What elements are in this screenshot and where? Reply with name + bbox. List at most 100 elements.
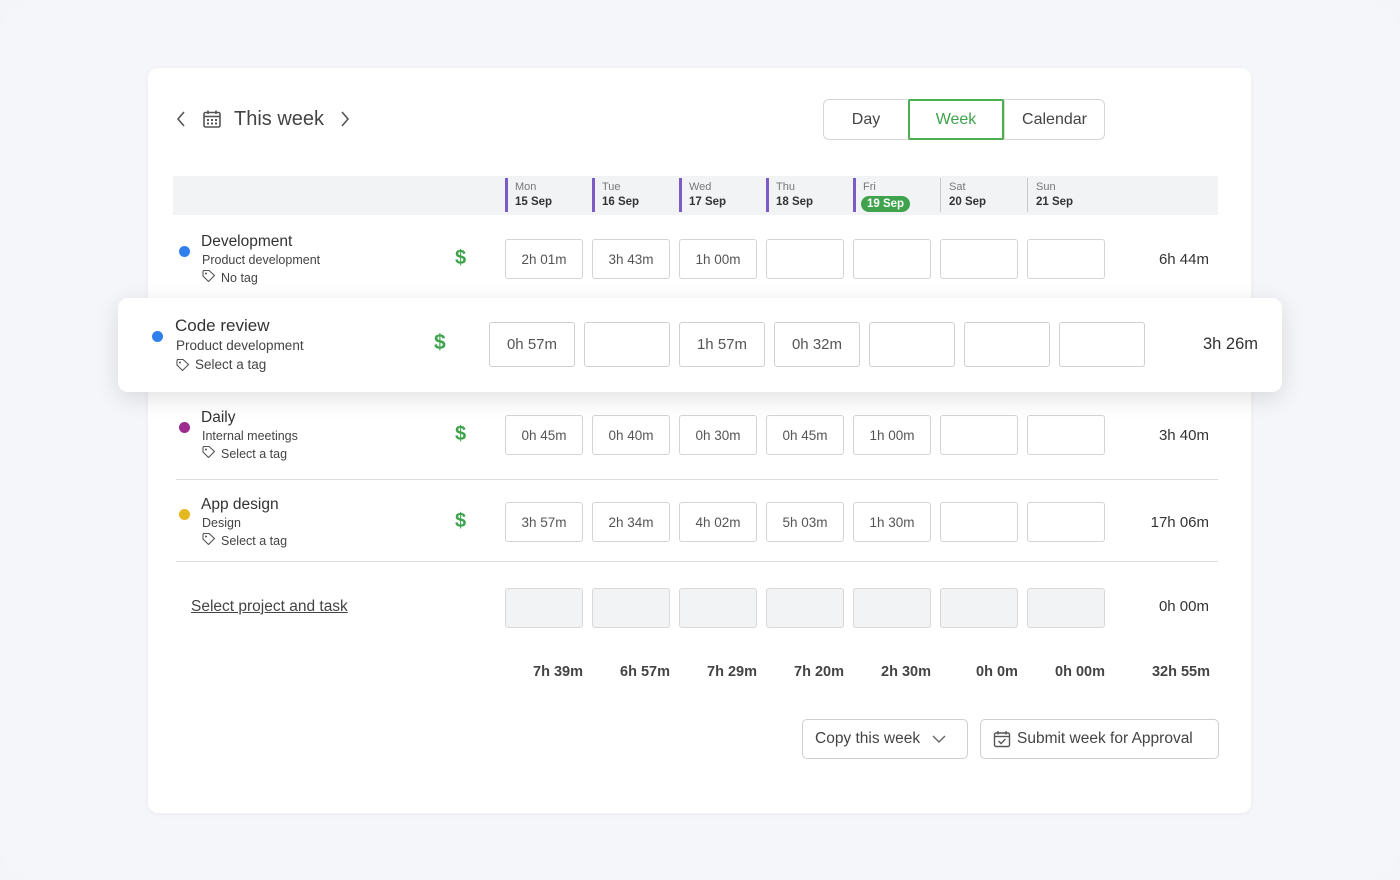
billable-icon[interactable]: $ bbox=[434, 331, 446, 355]
time-entry-input[interactable]: 4h 02m bbox=[679, 502, 757, 542]
time-entry-input[interactable]: 1h 57m bbox=[679, 322, 765, 367]
day-total: 2h 30m bbox=[881, 664, 931, 680]
day-name: Tue bbox=[602, 181, 621, 193]
time-entry-input[interactable] bbox=[1027, 588, 1105, 628]
time-entry-input[interactable] bbox=[505, 588, 583, 628]
view-switcher: Day Week Calendar bbox=[823, 99, 1105, 140]
grand-total: 32h 55m bbox=[1151, 664, 1210, 680]
project-name[interactable]: Code review bbox=[175, 316, 270, 336]
project-color-dot bbox=[179, 246, 190, 257]
time-entry-input[interactable]: 0h 40m bbox=[592, 415, 670, 455]
copy-week-label: Copy this week bbox=[815, 730, 921, 747]
billable-icon[interactable]: $ bbox=[455, 247, 466, 270]
chevron-right-icon bbox=[341, 111, 350, 127]
time-entry-input[interactable] bbox=[853, 588, 931, 628]
tab-calendar[interactable]: Calendar bbox=[1004, 100, 1104, 139]
time-entry-input[interactable]: 0h 57m bbox=[489, 322, 575, 367]
time-entry-input[interactable] bbox=[766, 239, 844, 279]
tab-week[interactable]: Week bbox=[908, 99, 1004, 140]
project-color-dot bbox=[179, 422, 190, 433]
time-entry-input[interactable] bbox=[679, 588, 757, 628]
time-entry-input[interactable] bbox=[584, 322, 670, 367]
tab-day[interactable]: Day bbox=[824, 100, 908, 139]
project-name[interactable]: Development bbox=[201, 233, 292, 251]
day-name: Thu bbox=[776, 181, 795, 193]
time-entry-input[interactable]: 5h 03m bbox=[766, 502, 844, 542]
day-name: Fri bbox=[863, 181, 876, 193]
prev-week-button[interactable] bbox=[172, 110, 190, 128]
day-date: 17 Sep bbox=[689, 196, 727, 208]
client-name: Internal meetings bbox=[202, 429, 298, 443]
time-entry-input[interactable] bbox=[869, 322, 955, 367]
day-total: 0h 0m bbox=[976, 664, 1018, 680]
row-total: 6h 44m bbox=[1158, 251, 1209, 268]
tag-selector[interactable]: Select a tag bbox=[202, 445, 288, 461]
day-total: 7h 29m bbox=[707, 664, 757, 680]
tag-selector[interactable]: No tag bbox=[202, 269, 258, 285]
time-entry-input[interactable]: 0h 45m bbox=[766, 415, 844, 455]
calendar-icon[interactable] bbox=[202, 109, 222, 129]
table-row: Daily Internal meetings Select a tag $0h… bbox=[173, 398, 1218, 470]
day-date: 18 Sep bbox=[776, 196, 814, 208]
day-header-sat: Sat 20 Sep bbox=[940, 178, 986, 212]
billable-icon[interactable]: $ bbox=[455, 510, 466, 533]
day-total: 7h 20m bbox=[794, 664, 844, 680]
time-entry-input[interactable]: 3h 43m bbox=[592, 239, 670, 279]
time-entry-input[interactable] bbox=[1027, 502, 1105, 542]
day-header-thu: Thu 18 Sep bbox=[766, 178, 813, 212]
time-entry-input[interactable] bbox=[592, 588, 670, 628]
highlighted-row-code-review[interactable]: Code review Product development Select a… bbox=[118, 298, 1282, 392]
tag-selector[interactable]: Select a tag bbox=[176, 357, 266, 372]
time-entry-input[interactable] bbox=[940, 239, 1018, 279]
week-title: This week bbox=[234, 107, 325, 130]
project-name[interactable]: App design bbox=[201, 496, 279, 514]
table-row: Development Product development No tag $… bbox=[173, 222, 1218, 294]
time-entry-input[interactable]: 0h 32m bbox=[774, 322, 860, 367]
time-entry-input[interactable] bbox=[1027, 239, 1105, 279]
row-total: 17h 06m bbox=[1150, 514, 1209, 531]
tag-label: Select a tag bbox=[221, 446, 288, 461]
time-entry-input[interactable] bbox=[940, 588, 1018, 628]
time-entry-input[interactable]: 0h 45m bbox=[505, 415, 583, 455]
time-entry-input[interactable] bbox=[940, 502, 1018, 542]
time-entry-input[interactable]: 3h 57m bbox=[505, 502, 583, 542]
day-name: Mon bbox=[515, 181, 537, 193]
row-total: 3h 40m bbox=[1158, 427, 1209, 444]
time-entry-input[interactable]: 1h 00m bbox=[853, 415, 931, 455]
table-row: App design Design Select a tag $3h 57m 2h… bbox=[173, 485, 1218, 557]
time-entry-input[interactable] bbox=[853, 239, 931, 279]
time-entry-input[interactable]: 0h 30m bbox=[679, 415, 757, 455]
day-header-tue: Tue 16 Sep bbox=[592, 178, 639, 212]
time-entry-input[interactable] bbox=[1059, 322, 1145, 367]
project-name[interactable]: Daily bbox=[201, 409, 235, 427]
time-entry-input[interactable] bbox=[964, 322, 1050, 367]
submit-approval-button[interactable]: Submit week for Approval bbox=[980, 719, 1219, 759]
row-divider bbox=[176, 479, 1218, 480]
next-week-button[interactable] bbox=[336, 110, 354, 128]
time-entry-input[interactable]: 1h 00m bbox=[679, 239, 757, 279]
time-entry-input[interactable] bbox=[940, 415, 1018, 455]
day-total: 7h 39m bbox=[533, 664, 583, 680]
project-color-dot bbox=[152, 331, 163, 342]
day-date: 21 Sep bbox=[1036, 196, 1074, 208]
time-entry-input[interactable]: 2h 34m bbox=[592, 502, 670, 542]
day-header-wed: Wed 17 Sep bbox=[679, 178, 726, 212]
tag-label: Select a tag bbox=[221, 533, 288, 548]
day-name: Sun bbox=[1036, 181, 1056, 193]
time-entry-input[interactable] bbox=[766, 588, 844, 628]
submit-approval-label: Submit week for Approval bbox=[1017, 730, 1193, 747]
chevron-down-icon bbox=[932, 735, 946, 743]
today-date-badge: 19 Sep bbox=[861, 196, 911, 212]
billable-icon[interactable]: $ bbox=[455, 423, 466, 446]
time-entry-input[interactable]: 2h 01m bbox=[505, 239, 583, 279]
tag-label: No tag bbox=[221, 270, 258, 285]
time-entry-input[interactable] bbox=[1027, 415, 1105, 455]
tag-icon bbox=[202, 532, 221, 548]
row-total: 0h 00m bbox=[1158, 598, 1209, 615]
tag-selector[interactable]: Select a tag bbox=[202, 532, 288, 548]
select-project-link[interactable]: Select project and task bbox=[191, 598, 348, 616]
day-total: 6h 57m bbox=[620, 664, 670, 680]
time-entry-input[interactable]: 1h 30m bbox=[853, 502, 931, 542]
tag-label: Select a tag bbox=[195, 357, 267, 372]
copy-week-dropdown[interactable]: Copy this week bbox=[802, 719, 968, 759]
